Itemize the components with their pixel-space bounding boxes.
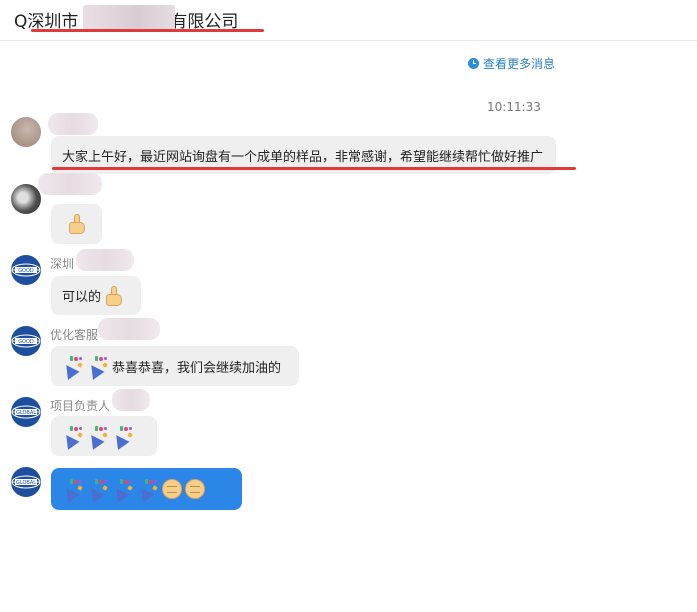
message-text: 恭喜恭喜，我们会继续加油的 [112, 360, 282, 376]
sender-name: 优化客服 [50, 328, 99, 342]
redacted-sender-name [98, 318, 160, 340]
party-popper-icon [110, 478, 134, 503]
sender-name: 项目负责人 [50, 399, 111, 413]
avatar[interactable] [11, 184, 41, 214]
message-timestamp: 10:11:33 [487, 100, 541, 114]
thumbs-up-icon [66, 213, 88, 235]
avatar[interactable]: GOOD [11, 255, 41, 285]
party-popper-icon [60, 425, 84, 450]
avatar[interactable]: GLOBAL [11, 397, 41, 427]
thumbs-up-icon [103, 285, 125, 307]
redacted-sender-name [38, 173, 102, 195]
party-popper-icon [135, 478, 159, 503]
fist-icon [185, 479, 205, 499]
message-highlight-underline [52, 167, 576, 170]
party-popper-icon [85, 478, 109, 503]
message-bubble: 可以的 [51, 276, 141, 315]
message-bubble: 恭喜恭喜，我们会继续加油的 [51, 346, 299, 386]
svg-text:GOOD: GOOD [18, 268, 34, 274]
message-text: 可以的 [62, 290, 102, 305]
avatar[interactable]: GOOD [11, 326, 41, 356]
message-bubble [51, 416, 157, 456]
avatar[interactable] [11, 117, 41, 147]
redacted-sender-name [76, 249, 134, 271]
message-text: 大家上午好，最近网站询盘有一个成单的样品，非常感谢，希望能继续帮忙做好推广 [62, 149, 544, 165]
svg-text:GLOBAL: GLOBAL [16, 410, 36, 416]
party-popper-icon [110, 425, 134, 450]
title-highlight-underline [31, 29, 264, 32]
fist-icon [162, 479, 182, 499]
view-more-messages-link[interactable]: 查看更多消息 [468, 55, 555, 72]
party-popper-icon [60, 355, 84, 380]
party-popper-icon [85, 425, 109, 450]
chat-header: Q深圳市 有限公司 [0, 0, 697, 41]
redacted-sender-name [112, 389, 150, 411]
avatar[interactable]: GLOBAL [11, 467, 41, 497]
sender-name: 深圳 [50, 257, 75, 271]
svg-text:GOOD: GOOD [18, 339, 34, 345]
party-popper-icon [85, 355, 109, 380]
redacted-sender-name [48, 113, 98, 135]
svg-text:GLOBAL: GLOBAL [16, 480, 36, 486]
party-popper-icon [60, 478, 84, 503]
clock-icon [468, 58, 479, 69]
redacted-title-block [83, 5, 175, 31]
message-bubble-self [51, 468, 242, 510]
message-bubble [51, 204, 102, 244]
view-more-messages-label: 查看更多消息 [483, 57, 556, 71]
